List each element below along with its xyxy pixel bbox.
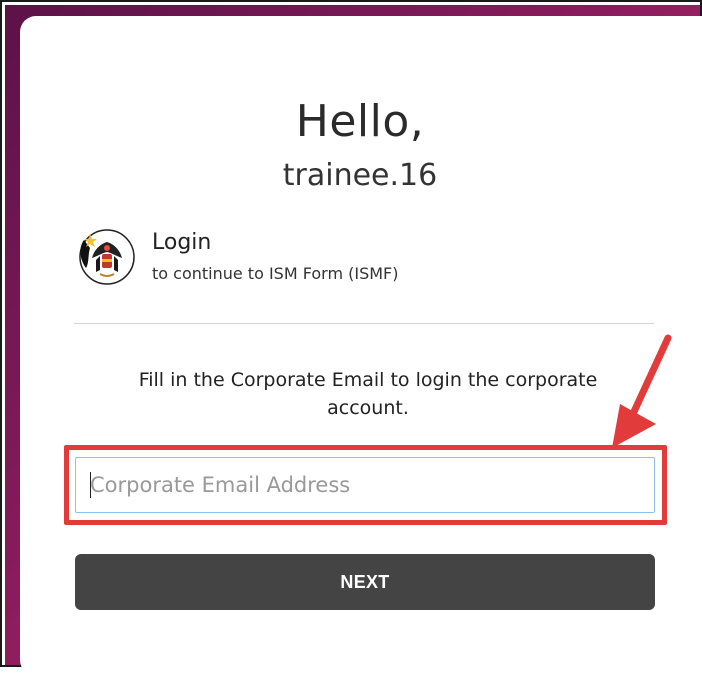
next-button[interactable]: NEXT <box>75 554 655 610</box>
text-caret <box>90 472 91 498</box>
screenshot-frame: Hello, trainee.16 Login to continue to I… <box>0 0 702 676</box>
red-arrow-icon <box>612 334 672 448</box>
greeting-title: Hello, <box>295 96 425 147</box>
divider <box>74 323 654 324</box>
login-title: Login <box>152 230 212 255</box>
login-subtitle: to continue to ISM Form (ISMF) <box>152 264 399 283</box>
state-crest-logo-icon <box>79 229 135 285</box>
instruction-text: Fill in the Corporate Email to login the… <box>138 369 598 419</box>
username-label: trainee.16 <box>282 158 438 193</box>
corporate-email-input[interactable] <box>75 457 655 513</box>
